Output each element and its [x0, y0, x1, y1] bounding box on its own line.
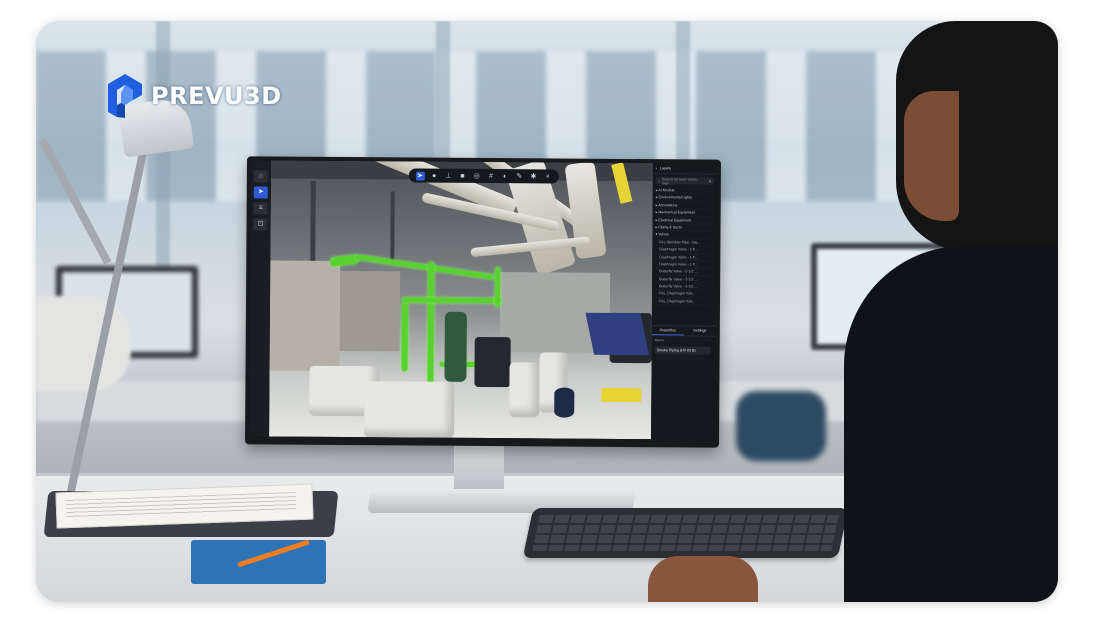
brand-logo: PREVU3D	[106, 73, 282, 119]
keyboard	[522, 508, 849, 558]
person-hand	[648, 556, 758, 602]
monitor-stand	[454, 444, 504, 494]
brand-wordmark: PREVU3D	[151, 82, 282, 110]
layer-list: ▸ AI Models ▸ Environmental Lights ▸ Ann…	[652, 187, 717, 306]
viewer-toolbar: ➤ ● ⊥ ■ ◎ # ◐ ✎ ✱ ×	[408, 168, 559, 184]
point-cloud-scene[interactable]	[269, 160, 653, 440]
layers-panel-header: › Layers	[652, 163, 717, 175]
coworker-arm	[36, 296, 131, 391]
cursor-icon[interactable]: ➤	[253, 186, 268, 199]
layer-item[interactable]: Fire_Diaphragm Valv...	[655, 298, 713, 306]
pen-icon[interactable]: ✎	[515, 172, 524, 181]
layers-panel-title: Layers	[660, 166, 671, 171]
filter-icon[interactable]: ▼	[708, 179, 712, 183]
tab-settings[interactable]: Settings	[684, 326, 716, 335]
measure-icon[interactable]: ⊥	[444, 171, 453, 180]
target-icon[interactable]: ◎	[472, 171, 481, 180]
pin-icon[interactable]: ●	[430, 171, 439, 180]
property-value-field[interactable]: Smoke Piping (HV 03 B)	[654, 346, 711, 355]
hero-photo: ⌂ ➤ ≡ ⊡ ➤ ● ⊥ ■ ◎ # ◐ ✎ ✱ × › Layers ⌕ S…	[36, 21, 1058, 602]
prevu3d-logo-icon	[108, 74, 142, 118]
left-toolbar: ⌂ ➤ ≡ ⊡	[249, 160, 271, 437]
person-body	[844, 246, 1058, 602]
camera-icon[interactable]: ◐	[501, 172, 510, 181]
close-icon[interactable]: ×	[543, 172, 552, 181]
search-icon: ⌕	[657, 178, 660, 183]
home-icon[interactable]: ⌂	[253, 170, 268, 183]
cube-icon[interactable]: ■	[458, 171, 467, 180]
settings-icon[interactable]: ✱	[529, 172, 538, 181]
monitor: ⌂ ➤ ≡ ⊡ ➤ ● ⊥ ■ ◎ # ◐ ✎ ✱ × › Layers ⌕ S…	[245, 156, 721, 448]
layers-panel: › Layers ⌕ Search by layer name, tags...…	[651, 163, 717, 440]
property-label: Name	[654, 338, 665, 343]
cursor-icon[interactable]: ➤	[415, 171, 425, 181]
grid-icon[interactable]: #	[486, 172, 495, 181]
panel-tabs: Properties Settings	[651, 325, 716, 337]
tab-properties[interactable]: Properties	[651, 326, 684, 336]
layer-search[interactable]: ⌕ Search by layer name, tags... ▼	[655, 176, 714, 185]
layers-icon[interactable]: ≡	[253, 202, 268, 215]
person-face	[904, 91, 959, 221]
notebook	[191, 540, 326, 584]
viewer-screen: ⌂ ➤ ≡ ⊡ ➤ ● ⊥ ■ ◎ # ◐ ✎ ✱ × › Layers ⌕ S…	[249, 160, 717, 440]
layer-search-placeholder: Search by layer name, tags...	[661, 176, 698, 185]
measure-icon[interactable]: ⊡	[253, 218, 268, 231]
background-chair	[736, 391, 826, 461]
chevron-right-icon[interactable]: ›	[656, 166, 657, 170]
